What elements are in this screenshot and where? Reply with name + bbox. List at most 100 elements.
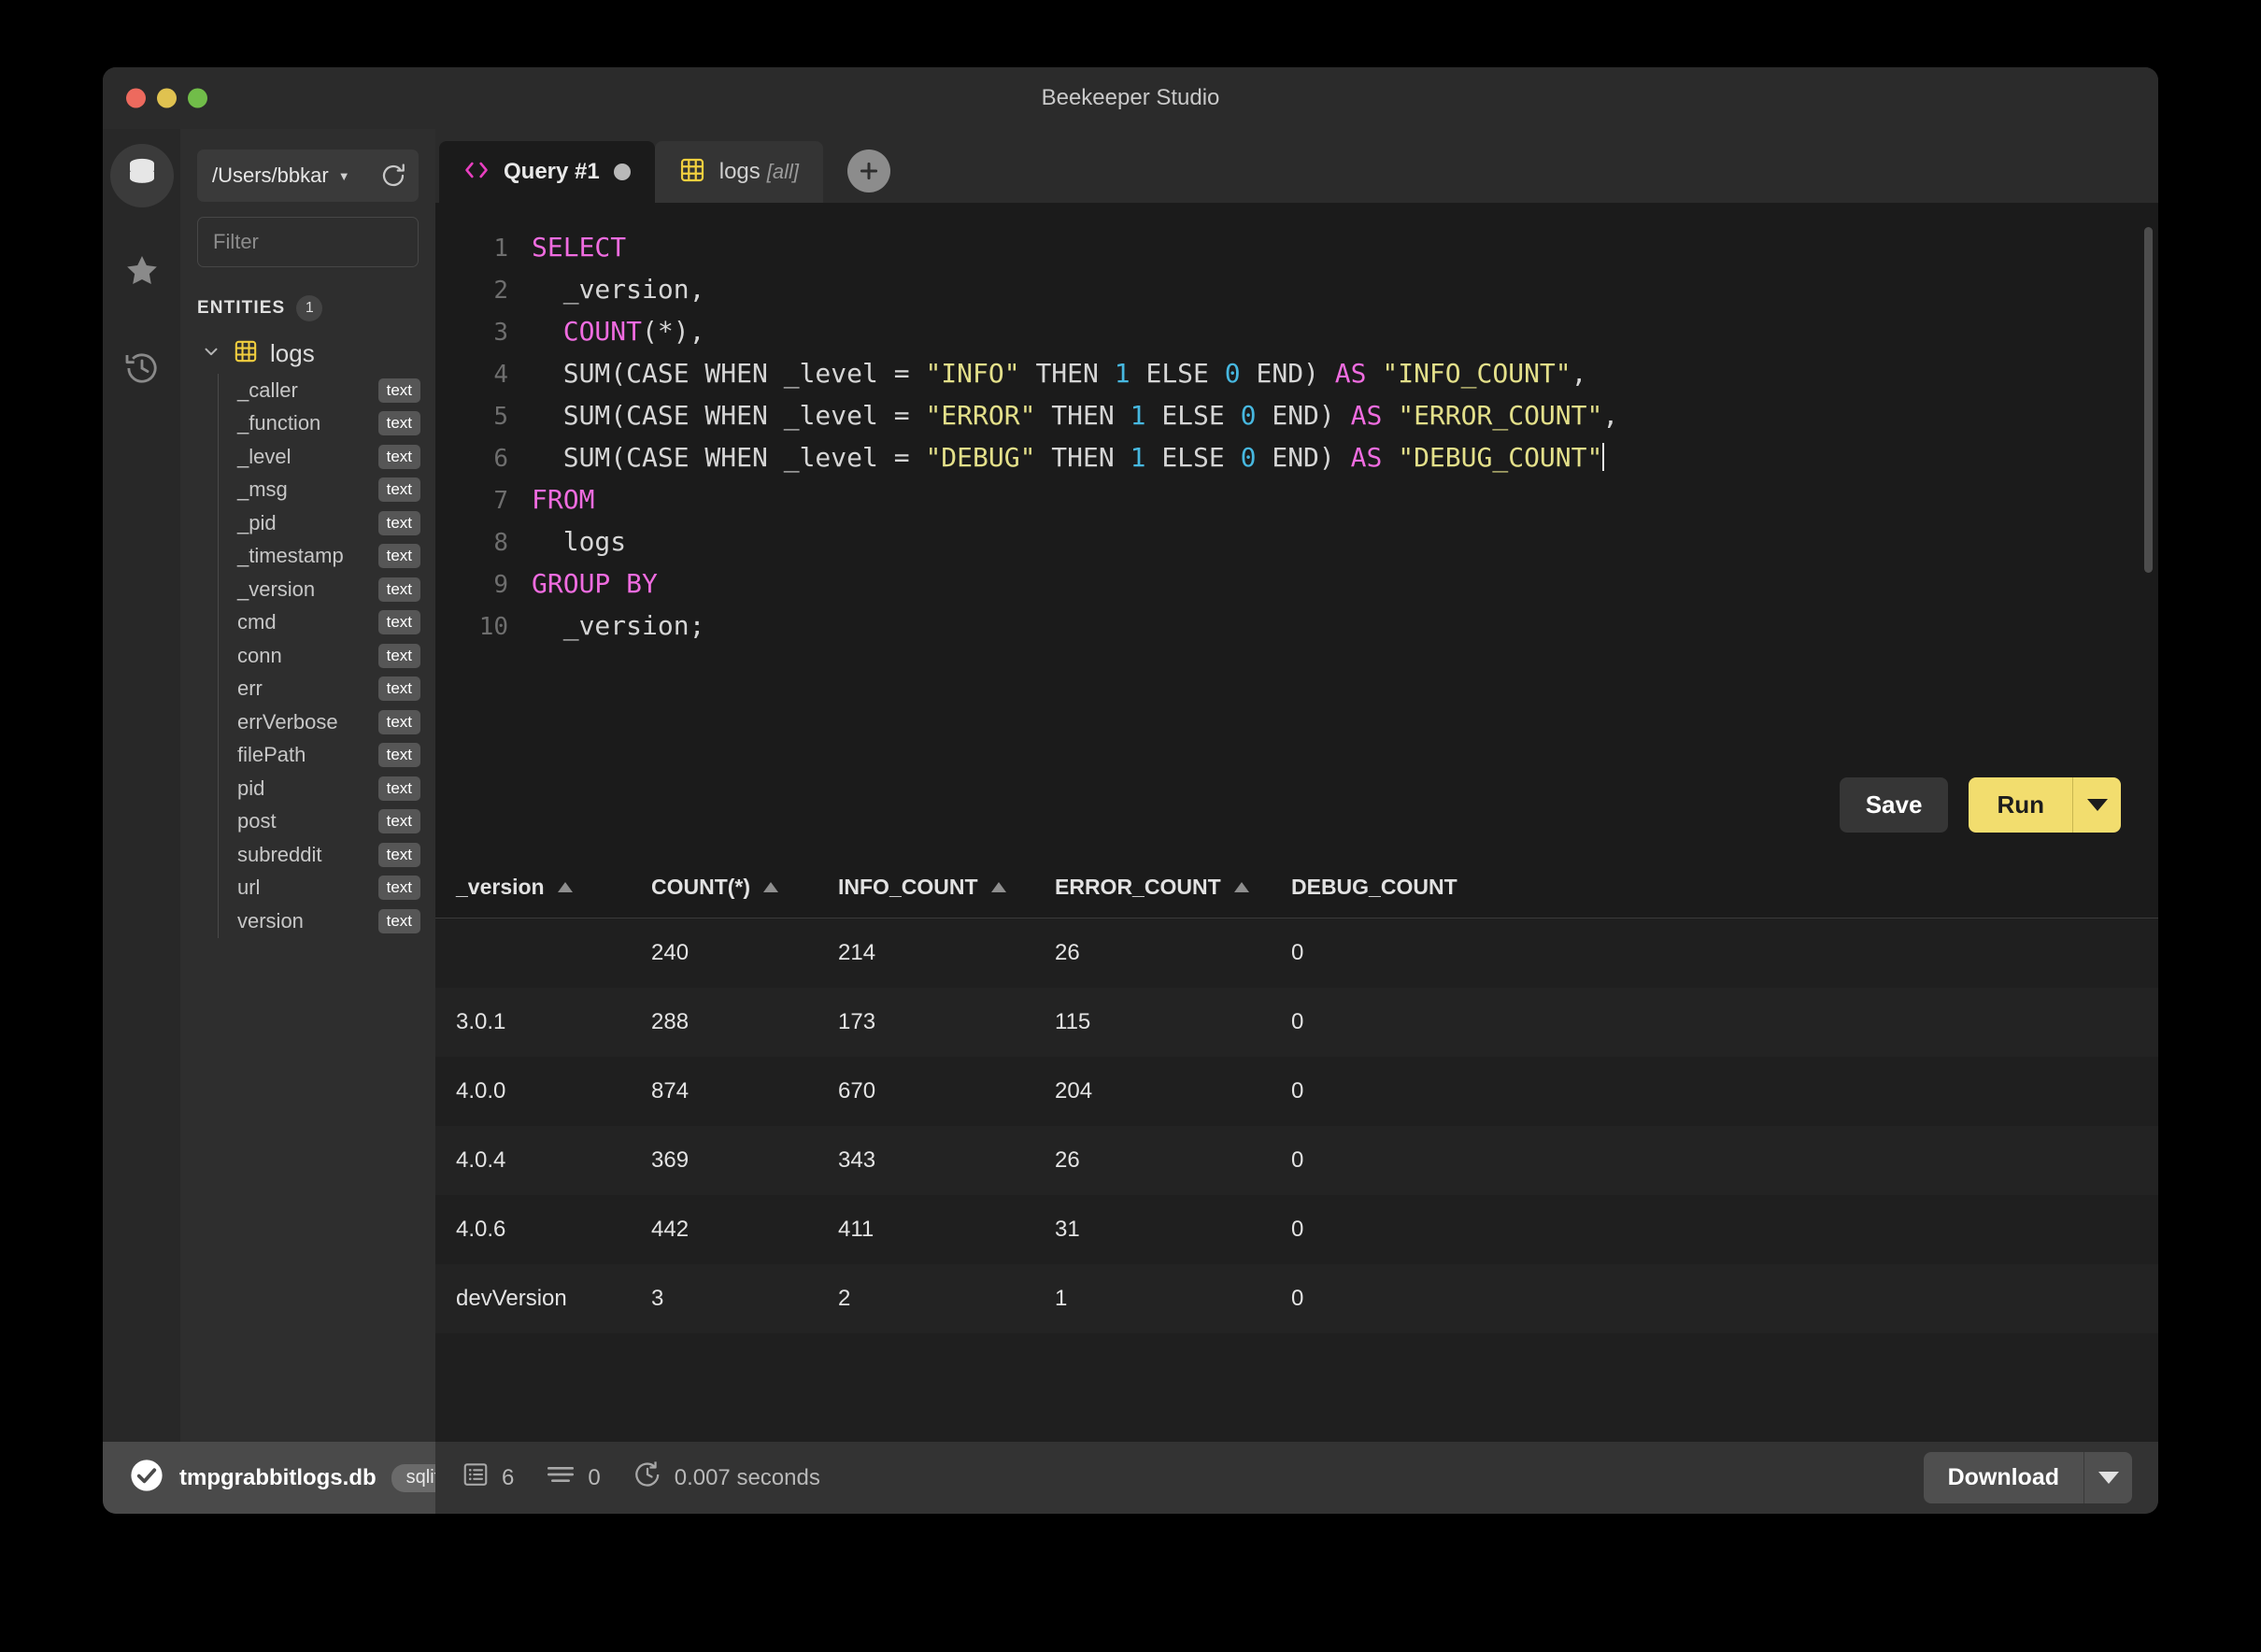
sort-ascending-icon[interactable] xyxy=(763,882,779,892)
table-row[interactable]: devVersion 3 2 1 0 xyxy=(435,1264,2158,1333)
tree-item-table-logs[interactable]: logs xyxy=(190,333,435,374)
table-cell[interactable]: 3 xyxy=(651,1286,838,1312)
column-name: conn xyxy=(237,643,282,667)
tab-logs[interactable]: logs [all] xyxy=(654,141,824,203)
table-cell[interactable]: 3.0.1 xyxy=(456,1009,651,1035)
results-column-header[interactable]: _version xyxy=(456,875,651,900)
column-name: url xyxy=(237,876,261,900)
table-cell[interactable]: 240 xyxy=(651,940,838,966)
column-item[interactable]: conn text xyxy=(237,639,435,673)
code-token: COUNT xyxy=(562,316,643,347)
code-token: THEN xyxy=(1019,358,1115,389)
table-cell[interactable]: 670 xyxy=(838,1078,1055,1104)
tab-bar: Query #1 logs [all] xyxy=(435,129,2158,203)
results-column-header[interactable]: DEBUG_COUNT xyxy=(1291,875,1534,900)
code-token: 0 xyxy=(1240,442,1257,473)
column-item[interactable]: _msg text xyxy=(237,474,435,507)
table-cell[interactable]: 0 xyxy=(1291,1078,1534,1104)
column-item[interactable]: filePath text xyxy=(237,739,435,773)
chevron-down-icon[interactable] xyxy=(201,341,221,366)
results-body[interactable]: 240 214 26 0 3.0.1 288 173 115 0 4.0.0 874 670 204 0 4… xyxy=(435,919,2158,1442)
status-connection[interactable]: tmpgrabbitlogs.db sqlite xyxy=(103,1442,465,1514)
run-button[interactable]: Run xyxy=(1969,777,2072,833)
table-cell[interactable]: 288 xyxy=(651,1009,838,1035)
table-cell[interactable]: 0 xyxy=(1291,1147,1534,1174)
results-column-header[interactable]: INFO_COUNT xyxy=(838,875,1055,900)
table-cell[interactable]: 214 xyxy=(838,940,1055,966)
table-cell[interactable]: 173 xyxy=(838,1009,1055,1035)
table-row[interactable]: 4.0.0 874 670 204 0 xyxy=(435,1057,2158,1126)
tab-query-1[interactable]: Query #1 xyxy=(439,141,655,203)
table-cell[interactable]: 411 xyxy=(838,1217,1055,1243)
table-cell[interactable]: 2 xyxy=(838,1286,1055,1312)
sql-editor[interactable]: 1 SELECT 2 _version, 3 COUNT(*), 4 SUM(CASE … xyxy=(435,203,2158,857)
database-file-name: tmpgrabbitlogs.db xyxy=(179,1464,377,1490)
filter-box[interactable] xyxy=(197,217,506,267)
table-cell[interactable]: 26 xyxy=(1055,1147,1291,1174)
column-item[interactable]: _caller text xyxy=(237,374,435,407)
save-button[interactable]: Save xyxy=(1839,777,1949,833)
column-name: _function xyxy=(237,411,321,435)
column-item[interactable]: cmd text xyxy=(237,606,435,640)
sort-ascending-icon[interactable] xyxy=(557,882,573,892)
column-header-label: _version xyxy=(456,875,545,899)
column-item[interactable]: _timestamp text xyxy=(237,540,435,574)
table-cell[interactable]: 369 xyxy=(651,1147,838,1174)
sidebar-tab-database[interactable] xyxy=(109,144,174,207)
unsaved-indicator-dot[interactable] xyxy=(613,164,631,180)
column-type-badge: text xyxy=(377,709,420,734)
sort-ascending-icon[interactable] xyxy=(1233,882,1249,892)
results-column-header[interactable]: ERROR_COUNT xyxy=(1055,875,1291,900)
run-options-dropdown[interactable] xyxy=(2072,777,2121,833)
column-item[interactable]: _version text xyxy=(237,573,435,606)
table-cell[interactable]: devVersion xyxy=(456,1286,651,1312)
column-item[interactable]: _level text xyxy=(237,440,435,474)
table-cell[interactable]: 0 xyxy=(1291,1286,1534,1312)
column-item[interactable]: url text xyxy=(237,872,435,905)
code-token: "ERROR_COUNT" xyxy=(1398,400,1603,431)
table-cell[interactable]: 4.0.0 xyxy=(456,1078,651,1104)
download-button-group: Download xyxy=(1923,1452,2132,1503)
add-tab-button[interactable] xyxy=(847,150,891,192)
table-cell[interactable]: 0 xyxy=(1291,940,1534,966)
status-bar: tmpgrabbitlogs.db sqlite 6 0 0.007 secon… xyxy=(103,1442,2158,1514)
download-options-dropdown[interactable] xyxy=(2083,1452,2132,1503)
column-item[interactable]: version text xyxy=(237,904,435,938)
table-cell[interactable]: 4.0.4 xyxy=(456,1147,651,1174)
download-button[interactable]: Download xyxy=(1923,1452,2083,1503)
table-cell[interactable]: 0 xyxy=(1291,1217,1534,1243)
sidebar-tab-history[interactable] xyxy=(110,338,174,402)
editor-scrollbar[interactable] xyxy=(2144,227,2153,573)
table-cell[interactable]: 115 xyxy=(1055,1009,1291,1035)
table-cell[interactable]: 26 xyxy=(1055,940,1291,966)
refresh-icon[interactable] xyxy=(379,162,407,190)
table-cell[interactable]: 31 xyxy=(1055,1217,1291,1243)
table-cell[interactable]: 204 xyxy=(1055,1078,1291,1104)
table-cell[interactable]: 442 xyxy=(651,1217,838,1243)
table-row[interactable]: 240 214 26 0 xyxy=(435,919,2158,988)
column-item[interactable]: errVerbose text xyxy=(237,705,435,739)
results-column-header[interactable]: COUNT(*) xyxy=(651,875,838,900)
code-token: THEN xyxy=(1035,400,1130,431)
table-row[interactable]: 3.0.1 288 173 115 0 xyxy=(435,988,2158,1057)
column-item[interactable]: err text xyxy=(237,673,435,706)
column-item[interactable]: _pid text xyxy=(237,506,435,540)
sidebar-tab-favorites[interactable] xyxy=(110,241,174,305)
table-cell[interactable]: 4.0.6 xyxy=(456,1217,651,1243)
table-cell[interactable]: 0 xyxy=(1291,1009,1534,1035)
editor-actions: Save Run xyxy=(1839,777,2121,833)
column-item[interactable]: post text xyxy=(237,805,435,839)
chevron-down-icon xyxy=(2097,1472,2119,1484)
connection-selector[interactable]: /Users/bbkar ▼ xyxy=(197,150,419,202)
table-row[interactable]: 4.0.4 369 343 26 0 xyxy=(435,1126,2158,1195)
table-row[interactable]: 4.0.6 442 411 31 0 xyxy=(435,1195,2158,1264)
table-cell[interactable]: 874 xyxy=(651,1078,838,1104)
sort-ascending-icon[interactable] xyxy=(990,882,1006,892)
column-item[interactable]: pid text xyxy=(237,772,435,805)
sql-code[interactable]: 1 SELECT 2 _version, 3 COUNT(*), 4 SUM(CASE … xyxy=(435,203,2158,648)
column-item[interactable]: subreddit text xyxy=(237,838,435,872)
table-cell[interactable]: 1 xyxy=(1055,1286,1291,1312)
table-cell[interactable]: 343 xyxy=(838,1147,1055,1174)
column-item[interactable]: _function text xyxy=(237,407,435,441)
